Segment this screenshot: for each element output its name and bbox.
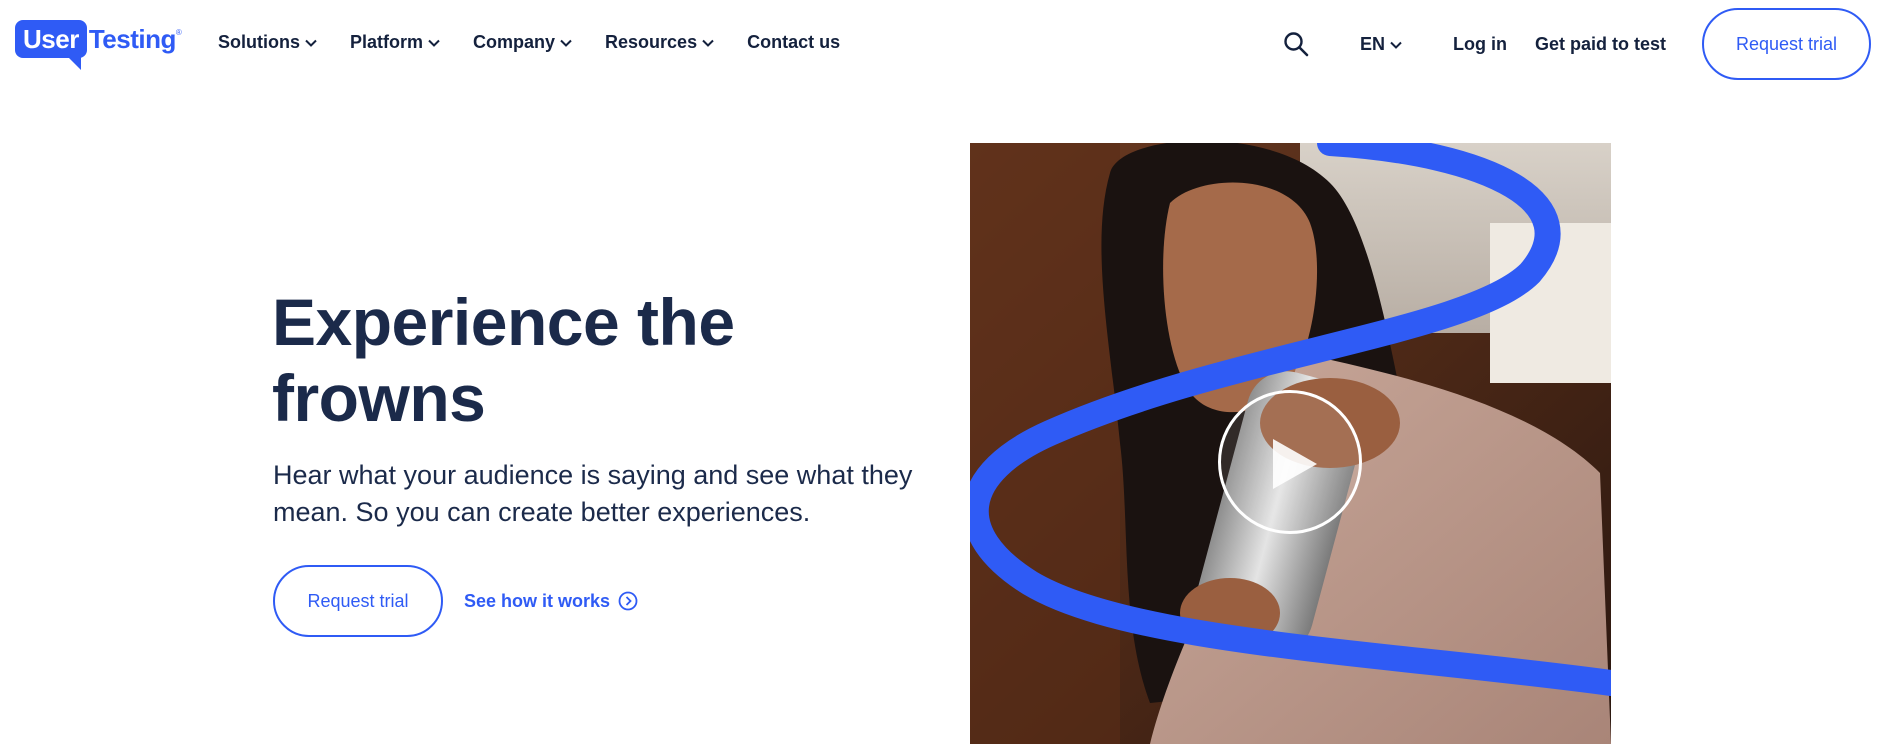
site-header: User Testing ® Solutions Platform Compan… — [0, 0, 1881, 92]
logo-user-text: User — [15, 20, 87, 70]
play-icon — [1273, 439, 1317, 489]
hero-title-line2: frowns — [272, 361, 486, 435]
nav-item-resources[interactable]: Resources — [605, 32, 715, 53]
chevron-down-icon — [560, 39, 572, 47]
hero-request-trial-button[interactable]: Request trial — [273, 565, 443, 637]
nav-item-contact-us[interactable]: Contact us — [747, 32, 840, 53]
see-how-label: See how it works — [464, 590, 611, 611]
chevron-down-icon — [428, 39, 440, 47]
see-how-it-works-link[interactable]: See how it works — [464, 591, 638, 612]
nav-item-platform[interactable]: Platform — [350, 32, 441, 53]
page: User Testing ® Solutions Platform Compan… — [0, 0, 1881, 744]
hero-cta-row: Request trial See how it works — [273, 565, 638, 637]
search-icon[interactable] — [1283, 31, 1309, 57]
nav-item-label: Company — [473, 32, 556, 52]
logo-testing-text: Testing — [88, 24, 177, 54]
hero-subtitle: Hear what your audience is saying and se… — [273, 460, 913, 527]
nav-item-label: Solutions — [218, 32, 300, 52]
chevron-down-icon — [305, 39, 317, 47]
hero-title-line1: Experience the — [272, 285, 735, 359]
chevron-down-icon — [702, 39, 714, 47]
video-play-button[interactable] — [1218, 390, 1362, 534]
nav-item-label: Resources — [605, 32, 698, 52]
usertesting-logo[interactable]: User Testing ® — [15, 20, 182, 70]
login-link[interactable]: Log in — [1453, 34, 1507, 55]
get-paid-link[interactable]: Get paid to test — [1535, 34, 1666, 55]
chevron-down-icon — [1390, 41, 1402, 49]
logo-trademark: ® — [175, 28, 182, 37]
language-selector[interactable]: EN — [1360, 34, 1403, 55]
hero-title: Experience the frowns — [272, 284, 832, 436]
nav-item-solutions[interactable]: Solutions — [218, 32, 318, 53]
nav-item-company[interactable]: Company — [473, 32, 573, 53]
language-label: EN — [1360, 34, 1386, 54]
nav-item-label: Contact us — [747, 32, 841, 52]
header-request-trial-button[interactable]: Request trial — [1702, 8, 1871, 80]
arrow-circle-right-icon — [618, 591, 638, 611]
nav-item-label: Platform — [350, 32, 424, 52]
main-nav: Solutions Platform Company Resources Con… — [218, 32, 840, 53]
